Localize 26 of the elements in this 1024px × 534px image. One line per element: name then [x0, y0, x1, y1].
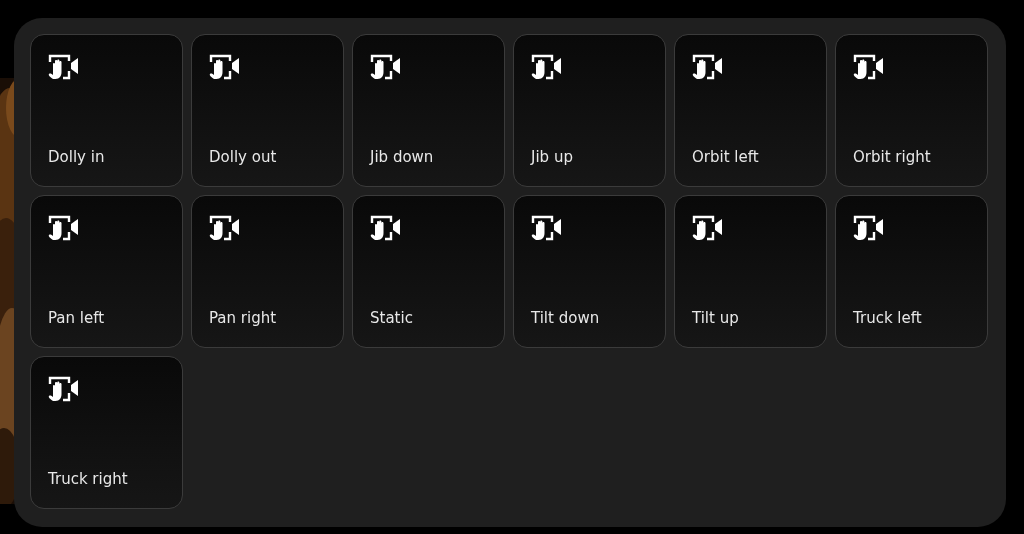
hand-camera-icon [48, 214, 79, 242]
preset-card[interactable]: Dolly in [30, 34, 183, 187]
preset-card[interactable]: Tilt up [674, 195, 827, 348]
preset-card[interactable]: Pan left [30, 195, 183, 348]
preset-card[interactable]: Dolly out [191, 34, 344, 187]
hand-camera-icon [370, 53, 401, 81]
hand-camera-icon [531, 53, 562, 81]
hand-camera-icon [692, 53, 723, 81]
hand-camera-icon [48, 53, 79, 81]
preset-card[interactable]: Tilt down [513, 195, 666, 348]
hand-camera-icon [209, 53, 240, 81]
preset-card[interactable]: Truck left [835, 195, 988, 348]
preset-card[interactable]: Orbit left [674, 34, 827, 187]
hand-camera-icon [853, 53, 884, 81]
preset-card[interactable]: Static [352, 195, 505, 348]
preset-card[interactable]: Pan right [191, 195, 344, 348]
preset-card[interactable]: Truck right [30, 356, 183, 509]
preset-card[interactable]: Jib down [352, 34, 505, 187]
hand-camera-icon [853, 214, 884, 242]
hand-camera-icon [48, 375, 79, 403]
preset-card[interactable]: Orbit right [835, 34, 988, 187]
hand-camera-icon [370, 214, 401, 242]
hand-camera-icon [209, 214, 240, 242]
hand-camera-icon [531, 214, 562, 242]
hand-camera-icon [692, 214, 723, 242]
preset-card[interactable]: Jib up [513, 34, 666, 187]
